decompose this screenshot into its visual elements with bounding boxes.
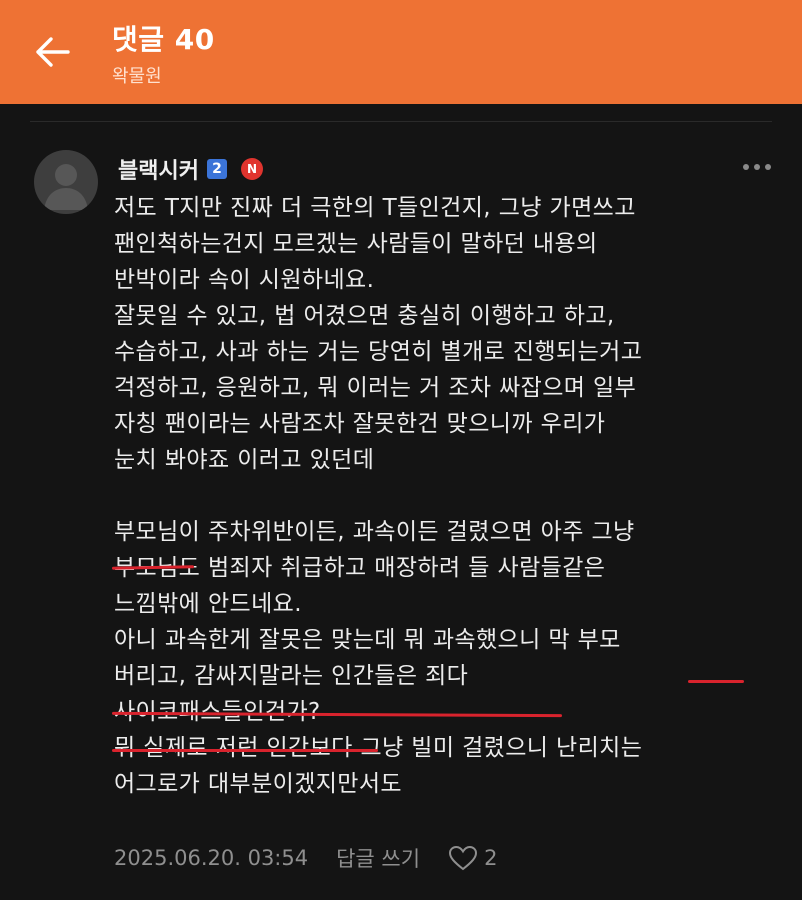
more-options-icon[interactable]: [740, 156, 774, 178]
comment-line: 눈치 봐야죠 이러고 있던데: [114, 447, 375, 473]
comment-line: 자칭 팬이라는 사람조차 잘못한건 맞으니까 우리가: [114, 411, 606, 437]
comment-line: 뭐 실제로 저런 인간보다 그냥 빌미 걸렸으니 난리치는: [114, 735, 643, 761]
author-name[interactable]: 블랙시커: [118, 153, 199, 185]
new-badge: N: [240, 158, 263, 180]
comment-footer: 2025.06.20. 03:54 답글 쓰기 2: [114, 840, 497, 876]
comment-line: 아니 과속한게 잘못은 맞는데 뭐 과속했으니 막 부모: [114, 627, 621, 653]
red-underline-mark: [112, 749, 378, 752]
comment-line: 부모님도 범죄자 취급하고 매장하려 들 사람들같은: [114, 555, 606, 581]
comment-line: 걱정하고, 응원하고, 뭐 이러는 거 조차 싸잡으며 일부: [114, 375, 637, 401]
comment-line: 어그로가 대부분이겠지만서도: [114, 771, 402, 797]
page-title: 댓글 40: [112, 23, 215, 56]
avatar[interactable]: [34, 150, 98, 214]
like-button[interactable]: 2: [448, 845, 497, 871]
comment-line: [114, 478, 794, 514]
cafe-name: 왁물원: [112, 66, 162, 87]
divider: [30, 121, 772, 122]
reply-button[interactable]: 답글 쓰기: [336, 843, 420, 873]
comment-author-row: 블랙시커 2 N: [118, 152, 263, 186]
like-count: 2: [484, 846, 498, 870]
heart-icon: [449, 845, 478, 871]
comment-line: 수습하고, 사과 하는 거는 당연히 별개로 진행되는거고: [114, 339, 643, 365]
comment-body: 저도 T지만 진짜 더 극한의 T들인건지, 그냥 가면쓰고 팬인척하는건지 모…: [114, 190, 794, 802]
comment-line: 부모님이 주차위반이든, 과속이든 걸렸으면 아주 그냥: [114, 519, 635, 545]
comment-line: 저도 T지만 진짜 더 극한의 T들인건지, 그냥 가면쓰고: [114, 195, 636, 221]
red-underline-mark: [688, 680, 744, 683]
back-arrow-icon[interactable]: [30, 32, 74, 72]
top-app-bar: 댓글 40 왁물원: [0, 0, 802, 104]
default-profile-icon: [44, 164, 88, 210]
comment-line: 버리고, 감싸지말라는 인간들은 죄다: [114, 663, 469, 689]
comment-timestamp: 2025.06.20. 03:54: [114, 846, 309, 870]
comment-line: 느낌밖에 안드네요.: [114, 591, 302, 617]
comment-line: 잘못일 수 있고, 법 어겼으면 충실히 이행하고 하고,: [114, 303, 615, 329]
comment-line: 팬인척하는건지 모르겠는 사람들이 말하던 내용의: [114, 231, 598, 257]
comment-line: 반박이라 속이 시원하네요.: [114, 267, 375, 293]
level-badge: 2: [206, 159, 227, 179]
